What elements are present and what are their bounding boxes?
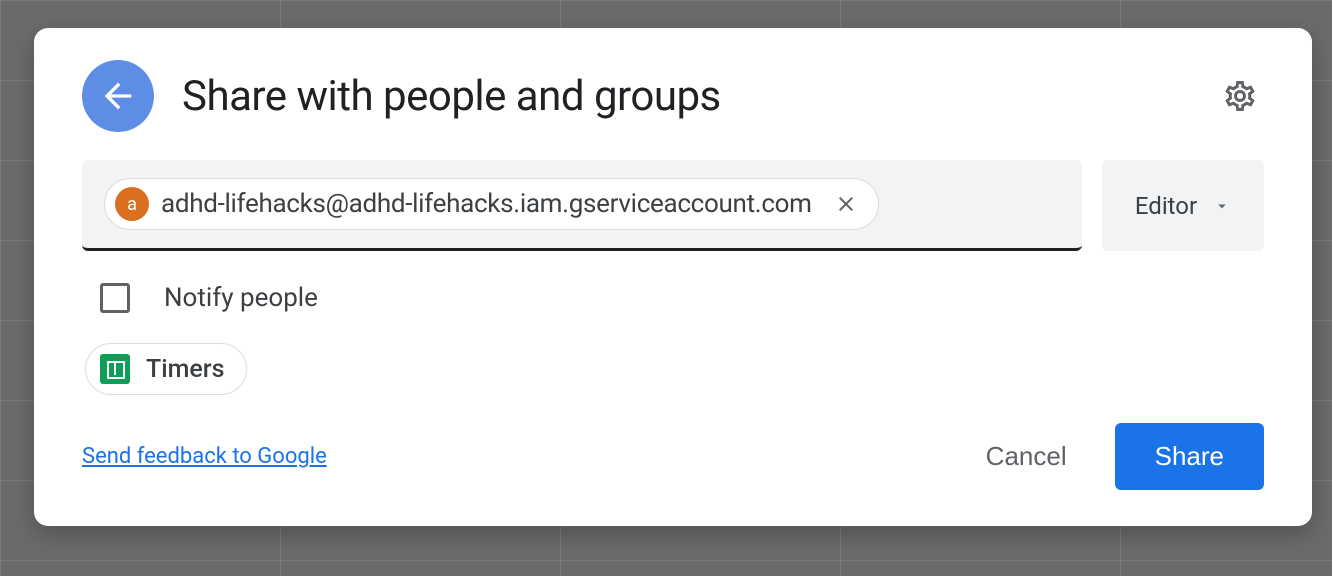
settings-button[interactable] [1216,72,1264,120]
sheets-icon [100,354,130,384]
share-dialog: Share with people and groups a adhd-life… [34,28,1312,526]
file-name: Timers [146,355,224,384]
share-button[interactable]: Share [1115,423,1264,490]
person-chip: a adhd-lifehacks@adhd-lifehacks.iam.gser… [104,178,879,230]
dialog-title: Share with people and groups [182,72,1188,121]
notify-row: Notify people [82,275,1264,321]
chip-remove-button[interactable] [830,188,862,220]
gear-icon [1222,78,1258,114]
role-label: Editor [1135,192,1197,220]
feedback-link[interactable]: Send feedback to Google [82,444,327,469]
dialog-footer: Send feedback to Google Cancel Share [82,423,1264,490]
arrow-left-icon [98,76,138,116]
back-button[interactable] [82,60,154,132]
chip-email: adhd-lifehacks@adhd-lifehacks.iam.gservi… [161,189,812,219]
people-input[interactable]: a adhd-lifehacks@adhd-lifehacks.iam.gser… [82,160,1082,251]
file-chip[interactable]: Timers [85,343,247,395]
footer-buttons: Cancel Share [962,423,1264,490]
cancel-button[interactable]: Cancel [962,427,1091,486]
close-icon [834,192,858,216]
role-dropdown[interactable]: Editor [1102,160,1264,251]
dialog-header: Share with people and groups [82,60,1264,132]
input-row: a adhd-lifehacks@adhd-lifehacks.iam.gser… [82,160,1264,251]
chip-avatar: a [115,187,149,221]
notify-checkbox[interactable] [100,283,130,313]
notify-label: Notify people [164,283,318,313]
caret-down-icon [1213,197,1231,215]
